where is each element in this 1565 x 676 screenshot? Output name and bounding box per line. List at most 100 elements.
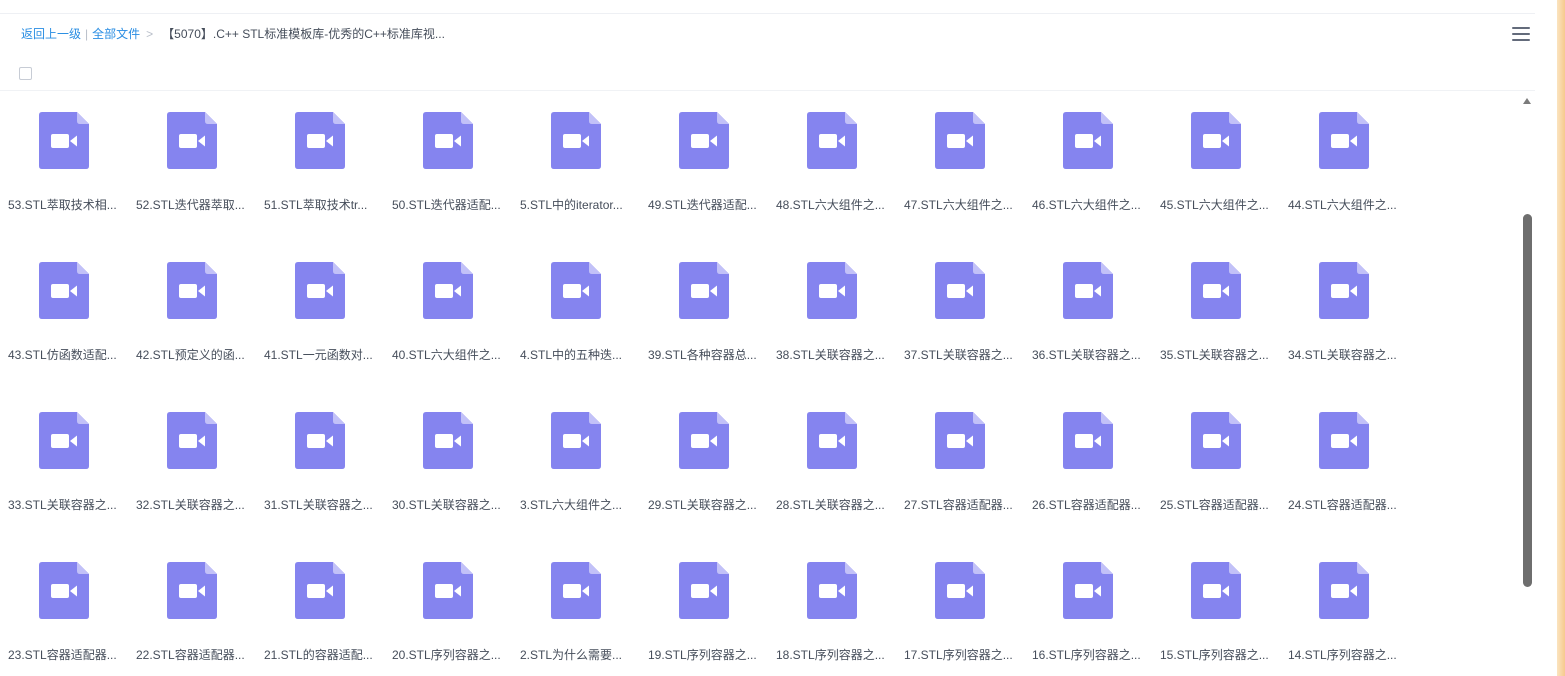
scrollbar-thumb[interactable] — [1523, 214, 1532, 587]
file-name: 28.STL关联容器之... — [776, 498, 885, 512]
file-item[interactable]: 41.STL一元函数对... — [256, 241, 380, 381]
scroll-up-arrow[interactable] — [1523, 98, 1531, 104]
file-item[interactable]: 46.STL六大组件之... — [1024, 91, 1148, 231]
file-name: 51.STL萃取技术tr... — [264, 198, 368, 212]
video-file-icon — [1319, 262, 1369, 319]
video-file-icon — [551, 262, 601, 319]
video-file-icon — [935, 262, 985, 319]
file-name: 23.STL容器适配器... — [8, 648, 117, 662]
file-name: 44.STL六大组件之... — [1288, 198, 1397, 212]
file-item[interactable]: 35.STL关联容器之... — [1152, 241, 1276, 381]
file-name: 35.STL关联容器之... — [1160, 348, 1269, 362]
file-item[interactable]: 44.STL六大组件之... — [1280, 91, 1404, 231]
video-file-icon — [295, 562, 345, 619]
file-item[interactable]: 21.STL的容器适配... — [256, 541, 380, 676]
file-name: 29.STL关联容器之... — [648, 498, 757, 512]
video-file-icon — [1191, 112, 1241, 169]
menu-icon[interactable] — [1512, 27, 1530, 42]
file-item[interactable]: 2.STL为什么需要... — [512, 541, 636, 676]
file-item[interactable]: 38.STL关联容器之... — [768, 241, 892, 381]
file-item[interactable]: 53.STL萃取技术相... — [0, 91, 124, 231]
video-file-icon — [39, 562, 89, 619]
video-file-icon — [1191, 412, 1241, 469]
back-link[interactable]: 返回上一级 — [21, 26, 81, 42]
video-file-icon — [423, 262, 473, 319]
file-item[interactable]: 20.STL序列容器之... — [384, 541, 508, 676]
file-name: 36.STL关联容器之... — [1032, 348, 1141, 362]
file-item[interactable]: 33.STL关联容器之... — [0, 391, 124, 531]
video-file-icon — [1319, 412, 1369, 469]
video-file-icon — [807, 262, 857, 319]
video-file-icon — [39, 412, 89, 469]
file-item[interactable]: 16.STL序列容器之... — [1024, 541, 1148, 676]
file-item[interactable]: 18.STL序列容器之... — [768, 541, 892, 676]
file-item[interactable]: 19.STL序列容器之... — [640, 541, 764, 676]
file-item[interactable]: 31.STL关联容器之... — [256, 391, 380, 531]
video-file-icon — [551, 412, 601, 469]
file-item[interactable]: 29.STL关联容器之... — [640, 391, 764, 531]
video-file-icon — [295, 112, 345, 169]
file-item[interactable]: 52.STL迭代器萃取... — [128, 91, 252, 231]
file-item[interactable]: 50.STL迭代器适配... — [384, 91, 508, 231]
file-name: 5.STL中的iterator... — [520, 198, 623, 212]
file-name: 15.STL序列容器之... — [1160, 648, 1269, 662]
file-item[interactable]: 40.STL六大组件之... — [384, 241, 508, 381]
file-item[interactable]: 47.STL六大组件之... — [896, 91, 1020, 231]
file-name: 52.STL迭代器萃取... — [136, 198, 245, 212]
file-item[interactable]: 14.STL序列容器之... — [1280, 541, 1404, 676]
video-file-icon — [295, 412, 345, 469]
file-item[interactable]: 48.STL六大组件之... — [768, 91, 892, 231]
video-file-icon — [551, 112, 601, 169]
all-files-link[interactable]: 全部文件 — [92, 26, 140, 42]
video-file-icon — [1319, 112, 1369, 169]
file-item[interactable]: 36.STL关联容器之... — [1024, 241, 1148, 381]
file-item[interactable]: 23.STL容器适配器... — [0, 541, 124, 676]
file-name: 2.STL为什么需要... — [520, 648, 623, 662]
file-name: 26.STL容器适配器... — [1032, 498, 1141, 512]
file-item[interactable]: 37.STL关联容器之... — [896, 241, 1020, 381]
file-name: 14.STL序列容器之... — [1288, 648, 1397, 662]
file-name: 33.STL关联容器之... — [8, 498, 117, 512]
video-file-icon — [39, 112, 89, 169]
file-item[interactable]: 45.STL六大组件之... — [1152, 91, 1276, 231]
file-item[interactable]: 4.STL中的五种迭... — [512, 241, 636, 381]
file-item[interactable]: 34.STL关联容器之... — [1280, 241, 1404, 381]
file-item[interactable]: 17.STL序列容器之... — [896, 541, 1020, 676]
file-name: 32.STL关联容器之... — [136, 498, 245, 512]
file-name: 41.STL一元函数对... — [264, 348, 373, 362]
video-file-icon — [807, 412, 857, 469]
file-name: 46.STL六大组件之... — [1032, 198, 1141, 212]
video-file-icon — [1063, 262, 1113, 319]
file-item[interactable]: 5.STL中的iterator... — [512, 91, 636, 231]
file-item[interactable]: 39.STL各种容器总... — [640, 241, 764, 381]
video-file-icon — [423, 562, 473, 619]
video-file-icon — [935, 562, 985, 619]
file-item[interactable]: 51.STL萃取技术tr... — [256, 91, 380, 231]
file-item[interactable]: 49.STL迭代器适配... — [640, 91, 764, 231]
video-file-icon — [167, 412, 217, 469]
file-name: 50.STL迭代器适配... — [392, 198, 501, 212]
video-file-icon — [679, 112, 729, 169]
file-item[interactable]: 25.STL容器适配器... — [1152, 391, 1276, 531]
file-name: 39.STL各种容器总... — [648, 348, 757, 362]
file-item[interactable]: 24.STL容器适配器... — [1280, 391, 1404, 531]
file-name: 45.STL六大组件之... — [1160, 198, 1269, 212]
file-name: 40.STL六大组件之... — [392, 348, 501, 362]
file-item[interactable]: 15.STL序列容器之... — [1152, 541, 1276, 676]
file-item[interactable]: 43.STL仿函数适配... — [0, 241, 124, 381]
file-item[interactable]: 3.STL六大组件之... — [512, 391, 636, 531]
file-item[interactable]: 22.STL容器适配器... — [128, 541, 252, 676]
file-name: 20.STL序列容器之... — [392, 648, 501, 662]
file-item[interactable]: 26.STL容器适配器... — [1024, 391, 1148, 531]
breadcrumb: 返回上一级 | 全部文件 > 【5070】.C++ STL标准模板库-优秀的C+… — [21, 26, 445, 42]
file-name: 24.STL容器适配器... — [1288, 498, 1397, 512]
file-item[interactable]: 32.STL关联容器之... — [128, 391, 252, 531]
file-item[interactable]: 27.STL容器适配器... — [896, 391, 1020, 531]
select-all-checkbox[interactable] — [19, 67, 32, 80]
file-item[interactable]: 30.STL关联容器之... — [384, 391, 508, 531]
file-item[interactable]: 28.STL关联容器之... — [768, 391, 892, 531]
file-name: 42.STL预定义的函... — [136, 348, 245, 362]
file-item[interactable]: 42.STL预定义的函... — [128, 241, 252, 381]
file-name: 22.STL容器适配器... — [136, 648, 245, 662]
file-name: 18.STL序列容器之... — [776, 648, 885, 662]
